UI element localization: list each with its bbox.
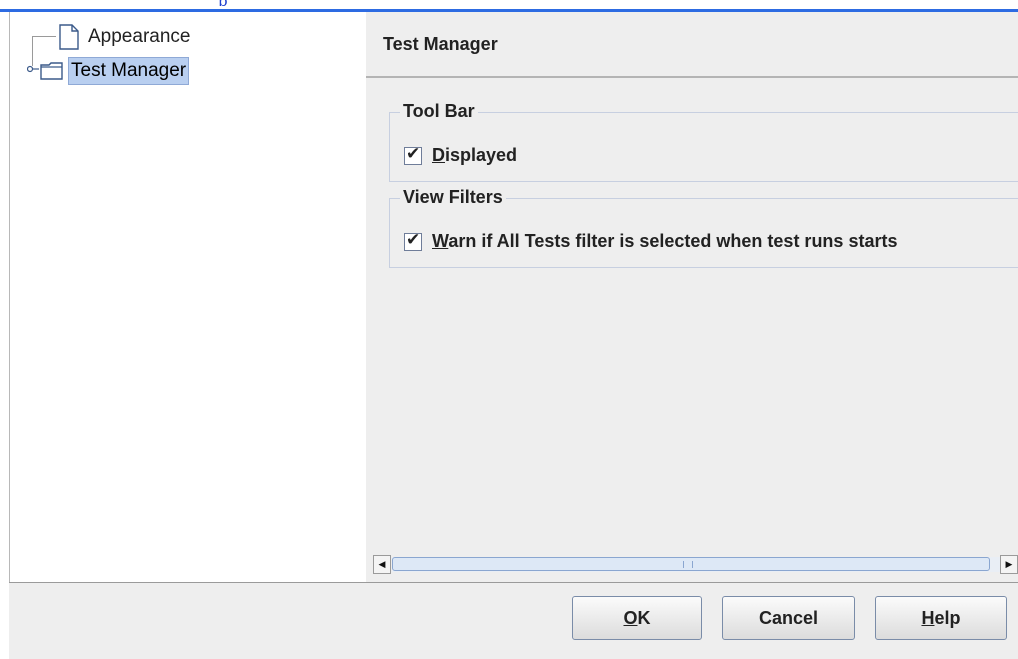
settings-tree[interactable]: Appearance Test Manager — [9, 12, 367, 582]
scroll-right-button[interactable]: ▶ — [1000, 555, 1018, 574]
group-title: Tool Bar — [400, 101, 478, 122]
view-filters-group: View Filters ✔ Warn if All Tests filter … — [389, 187, 1018, 268]
document-icon — [59, 24, 79, 50]
grip-icon — [683, 561, 693, 568]
scroll-thumb[interactable] — [392, 557, 990, 571]
warn-all-tests-checkbox[interactable]: ✔ — [404, 229, 422, 251]
check-icon: ✔ — [406, 229, 421, 250]
tree-item-test-manager[interactable]: Test Manager — [40, 57, 190, 85]
arrow-left-icon: ◀ — [378, 559, 386, 570]
tree-connector-vertical — [32, 36, 33, 66]
tree-connector-appearance — [32, 36, 56, 37]
settings-panel: Test Manager Tool Bar ✔ Displayed View F… — [366, 12, 1018, 582]
group-title: View Filters — [400, 187, 506, 208]
tree-item-label: Appearance — [88, 26, 191, 47]
panel-header: Test Manager — [366, 12, 1018, 78]
scroll-left-button[interactable]: ◀ — [373, 555, 391, 574]
ok-button[interactable]: OK — [572, 596, 702, 640]
tree-handle-icon[interactable] — [27, 65, 39, 73]
help-button[interactable]: Help — [875, 596, 1007, 640]
warn-all-tests-checkbox-row[interactable]: ✔ Warn if All Tests filter is selected w… — [404, 229, 898, 252]
displayed-label: Displayed — [432, 145, 518, 165]
window-title-fragment: p — [218, 0, 242, 6]
cancel-button[interactable]: Cancel — [722, 596, 855, 640]
tree-item-label: Test Manager — [68, 57, 190, 85]
panel-title: Test Manager — [383, 34, 498, 54]
folder-icon — [40, 62, 63, 80]
scroll-track[interactable] — [392, 557, 1000, 572]
arrow-right-icon: ▶ — [1005, 559, 1013, 570]
tree-item-appearance[interactable]: Appearance — [58, 24, 192, 50]
button-bar: OK Cancel Help — [9, 582, 1018, 659]
check-icon: ✔ — [406, 143, 421, 164]
horizontal-scrollbar[interactable]: ◀ ▶ — [373, 555, 1018, 575]
title-strip: p — [0, 0, 1018, 9]
warn-all-tests-label: Warn if All Tests filter is selected whe… — [432, 231, 898, 251]
displayed-checkbox-row[interactable]: ✔ Displayed — [404, 143, 518, 166]
displayed-checkbox[interactable]: ✔ — [404, 143, 422, 165]
toolbar-group: Tool Bar ✔ Displayed — [389, 101, 1018, 182]
